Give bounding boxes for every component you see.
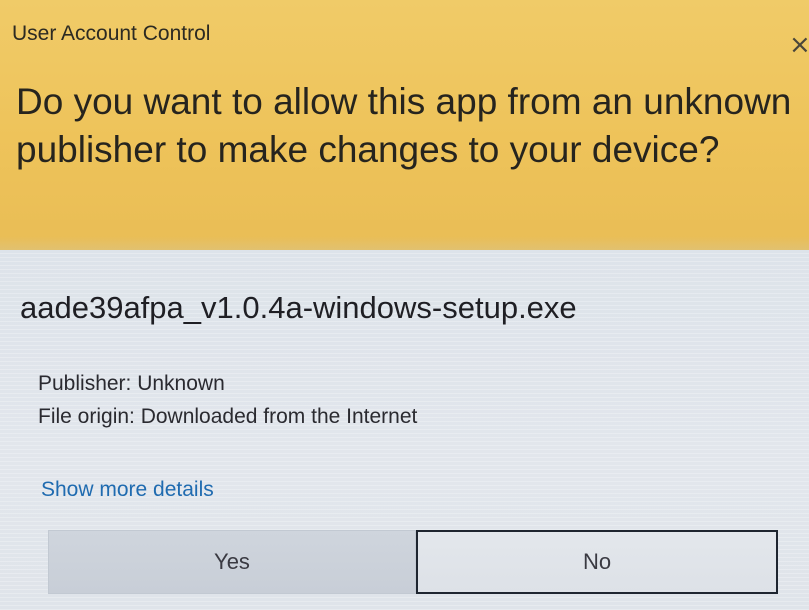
close-icon[interactable]: ×	[789, 32, 809, 58]
uac-dialog: User Account Control × Do you want to al…	[0, 0, 809, 610]
window-title: User Account Control	[12, 22, 211, 45]
show-more-details-link[interactable]: Show more details	[41, 478, 214, 502]
prompt-question: Do you want to allow this app from an un…	[16, 81, 792, 170]
program-name: aade39afpa_v1.0.4a-windows-setup.exe	[20, 290, 577, 325]
publisher-info: Publisher: Unknown	[38, 372, 225, 395]
yes-button[interactable]: Yes	[48, 530, 416, 594]
no-button[interactable]: No	[416, 530, 778, 594]
file-origin-info: File origin: Downloaded from the Interne…	[38, 405, 418, 428]
